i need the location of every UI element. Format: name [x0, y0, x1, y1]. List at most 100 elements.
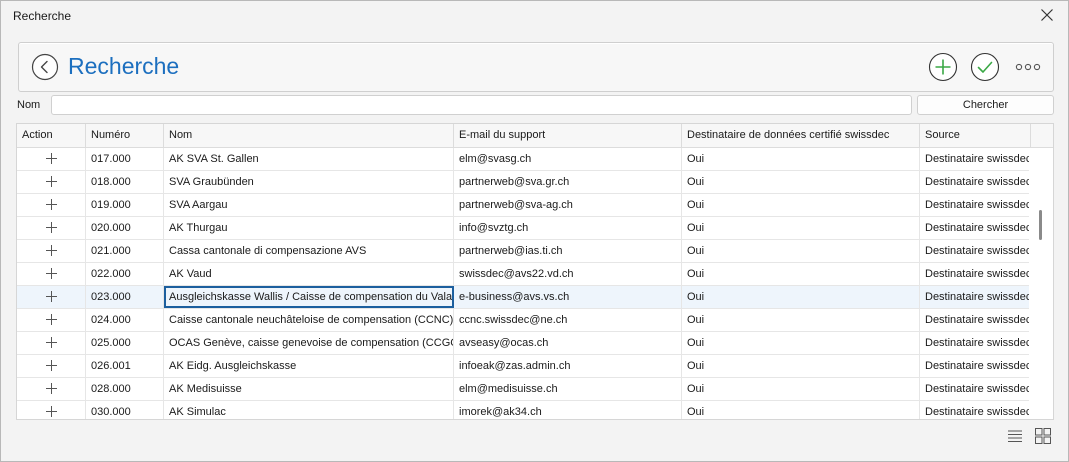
cell-email: imorek@ak34.ch — [454, 401, 682, 419]
cell-source: Destinataire swissdec — [920, 148, 1031, 170]
plus-icon[interactable] — [45, 360, 57, 371]
cell-destinataire: Oui — [682, 171, 920, 193]
more-dots-icon[interactable] — [1013, 52, 1043, 82]
cell-email: infoeak@zas.admin.ch — [454, 355, 682, 377]
cell-destinataire: Oui — [682, 401, 920, 419]
row-action-cell — [17, 171, 86, 193]
cell-destinataire: Oui — [682, 378, 920, 400]
cell-source: Destinataire swissdec — [920, 171, 1031, 193]
cell-numero: 019.000 — [86, 194, 164, 216]
plus-icon[interactable] — [45, 314, 57, 325]
cell-destinataire: Oui — [682, 217, 920, 239]
vertical-scrollbar[interactable] — [1029, 148, 1053, 419]
search-dialog: Recherche Recherche Nom Chercher Action — [0, 0, 1069, 462]
nom-label: Nom — [17, 99, 41, 111]
grid-view-icon[interactable] — [1033, 426, 1053, 446]
scrollbar-thumb[interactable] — [1039, 210, 1042, 240]
table-row[interactable]: 020.000 AK Thurgau info@svztg.ch Oui Destina… — [17, 217, 1031, 240]
plus-icon[interactable] — [45, 176, 57, 187]
cell-nom[interactable]: Caisse cantonale neuchâteloise de compen… — [164, 309, 454, 331]
plus-icon[interactable] — [45, 406, 57, 417]
cell-nom[interactable]: SVA Graubünden — [164, 171, 454, 193]
list-view-icon[interactable] — [1005, 426, 1025, 446]
cell-nom[interactable]: OCAS Genève, caisse genevoise de compens… — [164, 332, 454, 354]
cell-destinataire: Oui — [682, 286, 920, 308]
plus-icon[interactable] — [45, 268, 57, 279]
column-header-source[interactable]: Source — [920, 124, 1031, 148]
row-action-cell — [17, 332, 86, 354]
plus-icon[interactable] — [45, 291, 57, 302]
cell-numero: 018.000 — [86, 171, 164, 193]
close-icon[interactable] — [1040, 8, 1054, 22]
cell-source: Destinataire swissdec — [920, 355, 1031, 377]
cell-destinataire: Oui — [682, 194, 920, 216]
table-row[interactable]: 026.001 AK Eidg. Ausgleichskasse infoeak@z… — [17, 355, 1031, 378]
plus-icon[interactable] — [45, 383, 57, 394]
checkmark-circle-icon[interactable] — [970, 52, 1000, 82]
cell-nom[interactable]: AK Thurgau — [164, 217, 454, 239]
cell-numero: 026.001 — [86, 355, 164, 377]
cell-email: info@svztg.ch — [454, 217, 682, 239]
search-button[interactable]: Chercher — [917, 95, 1054, 115]
cell-email: avseasy@ocas.ch — [454, 332, 682, 354]
plus-icon[interactable] — [45, 199, 57, 210]
table-row[interactable]: 019.000 SVA Aargau partnerweb@sva-ag.ch Oui… — [17, 194, 1031, 217]
column-header-numero[interactable]: Numéro — [86, 124, 164, 148]
plus-icon[interactable] — [45, 222, 57, 233]
table-row[interactable]: 025.000 OCAS Genève, caisse genevoise de … — [17, 332, 1031, 355]
row-action-cell — [17, 240, 86, 262]
table-row[interactable]: 030.000 AK Simulac imorek@ak34.ch Oui Destin… — [17, 401, 1031, 419]
cell-source: Destinataire swissdec — [920, 194, 1031, 216]
cell-email: elm@svasg.ch — [454, 148, 682, 170]
cell-email: e-business@avs.vs.ch — [454, 286, 682, 308]
column-header-email[interactable]: E-mail du support — [454, 124, 682, 148]
table-row[interactable]: 018.000 SVA Graubünden partnerweb@sva.gr.c… — [17, 171, 1031, 194]
table-row[interactable]: 028.000 AK Medisuisse elm@medisuisse.ch Oui… — [17, 378, 1031, 401]
cell-nom[interactable]: AK Eidg. Ausgleichskasse — [164, 355, 454, 377]
plus-icon[interactable] — [45, 337, 57, 348]
column-header-destinataire[interactable]: Destinataire de données certifié swissde… — [682, 124, 920, 148]
column-header-nom[interactable]: Nom — [164, 124, 454, 148]
cell-numero: 030.000 — [86, 401, 164, 419]
window-title: Recherche — [13, 9, 72, 23]
cell-nom[interactable]: Cassa cantonale di compensazione AVS — [164, 240, 454, 262]
header-panel: Recherche — [18, 42, 1054, 92]
cell-email: swissdec@avs22.vd.ch — [454, 263, 682, 285]
row-action-cell — [17, 217, 86, 239]
cell-source: Destinataire swissdec — [920, 401, 1031, 419]
cell-numero: 024.000 — [86, 309, 164, 331]
table-row[interactable]: 021.000 Cassa cantonale di compensazione … — [17, 240, 1031, 263]
add-circle-icon[interactable] — [928, 52, 958, 82]
cell-numero: 020.000 — [86, 217, 164, 239]
back-arrow-icon[interactable] — [31, 53, 59, 81]
cell-source: Destinataire swissdec — [920, 286, 1031, 308]
cell-source: Destinataire swissdec — [920, 378, 1031, 400]
table-body: 017.000 AK SVA St. Gallen elm@svasg.ch Oui D… — [17, 148, 1031, 419]
cell-destinataire: Oui — [682, 263, 920, 285]
row-action-cell — [17, 309, 86, 331]
cell-nom[interactable]: Ausgleichskasse Wallis / Caisse de compe… — [164, 286, 454, 308]
cell-numero: 023.000 — [86, 286, 164, 308]
nom-search-input[interactable] — [51, 95, 912, 115]
cell-nom[interactable]: AK Medisuisse — [164, 378, 454, 400]
cell-email: partnerweb@sva.gr.ch — [454, 171, 682, 193]
plus-icon[interactable] — [45, 245, 57, 256]
cell-numero: 017.000 — [86, 148, 164, 170]
cell-destinataire: Oui — [682, 240, 920, 262]
table-row[interactable]: 024.000 Caisse cantonale neuchâteloise de… — [17, 309, 1031, 332]
results-table: Action Numéro Nom E-mail du support Dest… — [16, 123, 1054, 420]
cell-nom[interactable]: AK SVA St. Gallen — [164, 148, 454, 170]
row-action-cell — [17, 378, 86, 400]
table-row[interactable]: 023.000 Ausgleichskasse Wallis / Caisse d… — [17, 286, 1031, 309]
page-title: Recherche — [68, 53, 180, 79]
row-action-cell — [17, 263, 86, 285]
cell-nom[interactable]: AK Vaud — [164, 263, 454, 285]
cell-numero: 022.000 — [86, 263, 164, 285]
cell-nom[interactable]: AK Simulac — [164, 401, 454, 419]
plus-icon[interactable] — [45, 153, 57, 164]
table-row[interactable]: 017.000 AK SVA St. Gallen elm@svasg.ch Oui D… — [17, 148, 1031, 171]
table-row[interactable]: 022.000 AK Vaud swissdec@avs22.vd.ch Oui Des… — [17, 263, 1031, 286]
cell-email: partnerweb@ias.ti.ch — [454, 240, 682, 262]
cell-nom[interactable]: SVA Aargau — [164, 194, 454, 216]
column-header-action[interactable]: Action — [17, 124, 86, 148]
